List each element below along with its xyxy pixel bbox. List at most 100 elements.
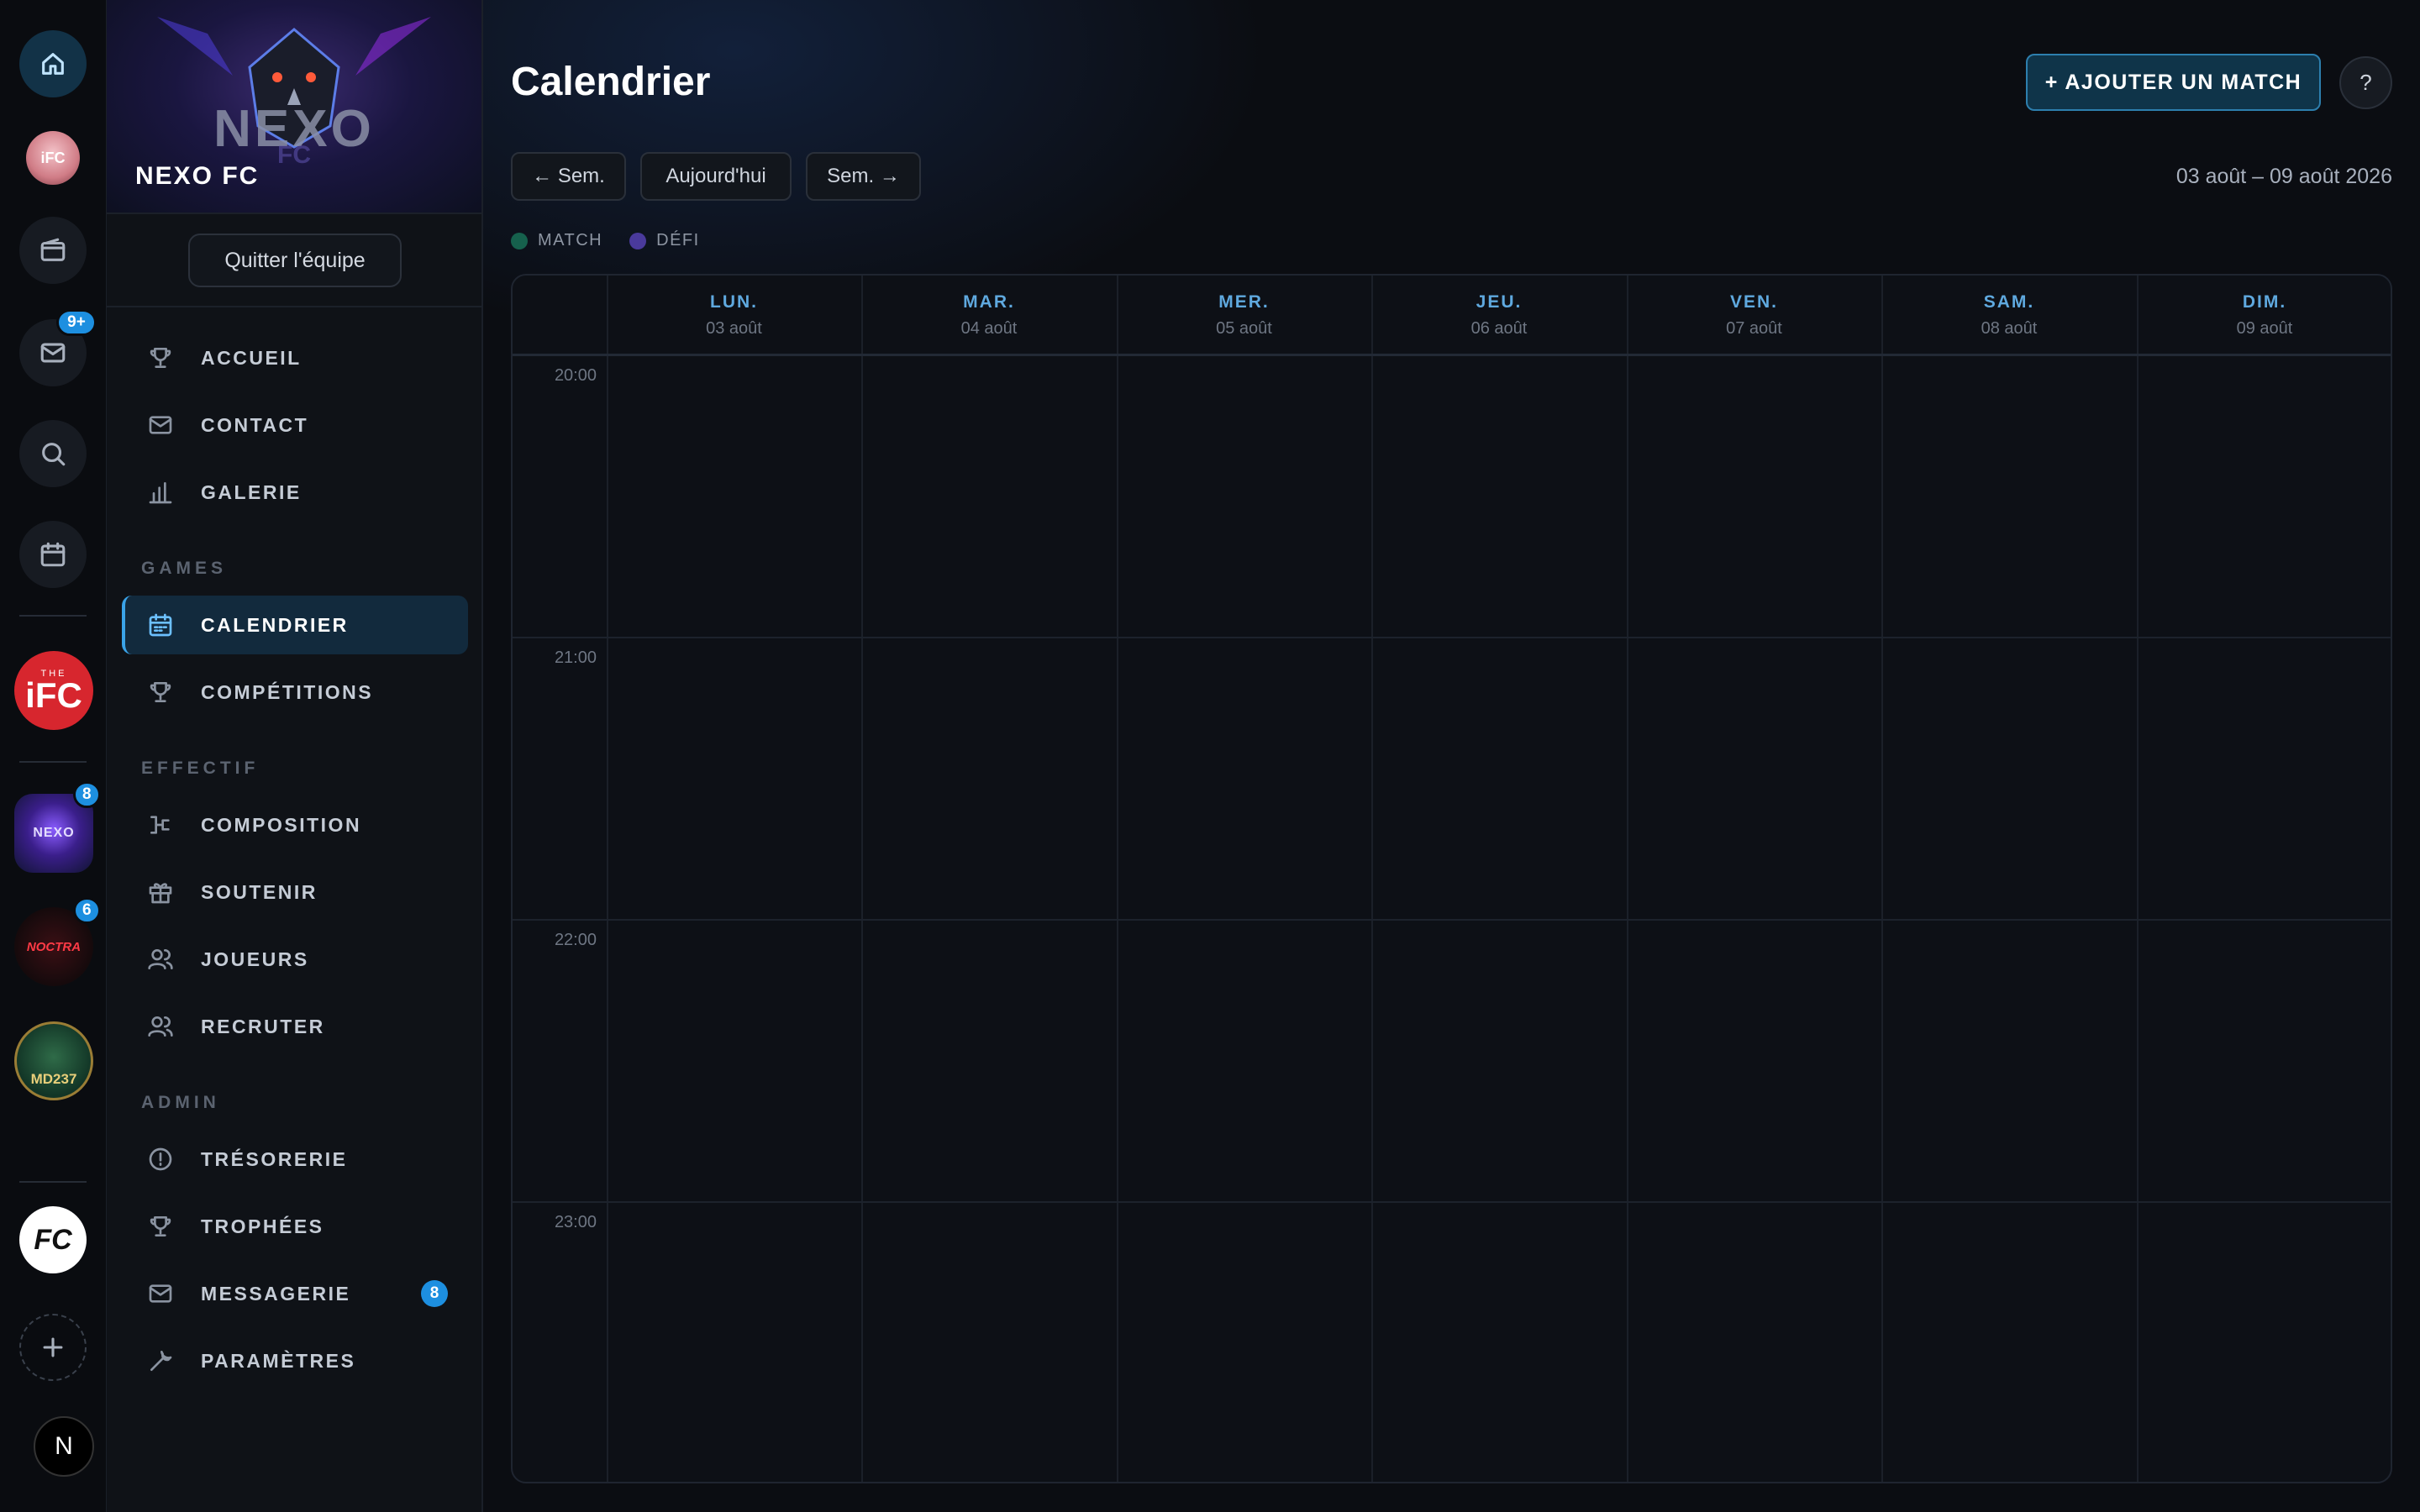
- nav-item-competitions[interactable]: COMPÉTITIONS: [122, 663, 468, 722]
- bracket-icon: [150, 816, 170, 834]
- search-button[interactable]: [19, 420, 87, 487]
- day-date: 08 août: [1981, 319, 2038, 338]
- day-date: 04 août: [960, 319, 1018, 338]
- messagerie-badge: 8: [421, 1280, 448, 1307]
- rail-divider: [19, 615, 87, 617]
- today-button[interactable]: Aujourd'hui: [640, 152, 792, 201]
- team-sidebar: NEXO FC NEXO FC Quitter l'équipe ACCUEIL…: [107, 0, 483, 1512]
- home-icon: [42, 53, 64, 75]
- trophy-icon: [150, 1216, 171, 1236]
- messages-badge: 9+: [56, 309, 97, 336]
- add-match-button[interactable]: + AJOUTER UN MATCH: [2026, 54, 2321, 111]
- plus-icon: [43, 1337, 63, 1357]
- nav-label: ACCUEIL: [201, 346, 302, 369]
- ifc-text: iFC: [25, 675, 82, 715]
- trophy-icon: [150, 348, 171, 368]
- page-title: Calendrier: [511, 60, 711, 104]
- calendar-icon: [40, 542, 66, 567]
- grid-line: [1371, 276, 1373, 1482]
- calendar-button[interactable]: [19, 521, 87, 588]
- day-header: DIM. 09 août: [2137, 276, 2391, 356]
- day-name: DIM.: [2242, 292, 2287, 312]
- day-date: 06 août: [1470, 319, 1528, 338]
- md237-logo-text: MD237: [30, 1071, 77, 1087]
- grid-line: [861, 276, 863, 1482]
- search-icon: [42, 443, 66, 466]
- home-button[interactable]: [19, 30, 87, 97]
- help-button[interactable]: ?: [2339, 56, 2392, 109]
- section-label-effectif: EFFECTIF: [141, 759, 260, 778]
- mail-icon: [40, 343, 66, 363]
- prev-week-button[interactable]: ← Sem.: [511, 152, 626, 201]
- nav-label: COMPOSITION: [201, 813, 362, 836]
- rail-divider: [19, 1181, 87, 1183]
- grid-line: [2137, 276, 2139, 1482]
- add-team-button[interactable]: [19, 1314, 87, 1381]
- calendar-icon: [149, 613, 172, 637]
- main-content: Calendrier + AJOUTER UN MATCH ? ← Sem. A…: [483, 0, 2420, 1512]
- day-header: SAM. 08 août: [1881, 276, 2137, 356]
- quit-team-button[interactable]: Quitter l'équipe: [188, 234, 402, 287]
- nav-label: TROPHÉES: [201, 1215, 324, 1237]
- hour-label: 20:00: [554, 366, 597, 385]
- day-header: LUN. 03 août: [607, 276, 861, 356]
- legend-label-match: MATCH: [538, 231, 603, 249]
- nav-label: MESSAGERIE: [201, 1282, 351, 1305]
- team-logo-md237[interactable]: MD237: [14, 1021, 93, 1100]
- team-logo-ifc[interactable]: THE iFC: [14, 651, 93, 730]
- nav-item-soutenir[interactable]: SOUTENIR: [122, 863, 468, 921]
- day-header: VEN. 07 août: [1627, 276, 1881, 356]
- user-avatar[interactable]: iFC: [26, 131, 80, 185]
- nav-item-trophees[interactable]: TROPHÉES: [122, 1197, 468, 1256]
- nav-item-tresorerie[interactable]: TRÉSORERIE: [122, 1130, 468, 1189]
- team-logo-fc[interactable]: FC: [19, 1206, 87, 1273]
- grid-line: [1627, 276, 1628, 1482]
- nav-label: JOUEURS: [201, 948, 309, 970]
- hour-line: [513, 1201, 2391, 1203]
- nav-item-galerie[interactable]: GALERIE: [122, 463, 468, 522]
- day-date: 09 août: [2236, 319, 2293, 338]
- noctra-logo-text: NOCTRA: [26, 939, 82, 954]
- nav-label: COMPÉTITIONS: [201, 680, 374, 703]
- sidebar-divider: [107, 306, 481, 307]
- day-name: LUN.: [710, 292, 758, 312]
- nav-item-joueurs[interactable]: JOUEURS: [122, 930, 468, 989]
- nav-item-calendrier[interactable]: CALENDRIER: [122, 596, 468, 654]
- avatar-text: iFC: [40, 149, 66, 166]
- wrench-icon: [150, 1351, 172, 1371]
- nav-label: CONTACT: [201, 413, 309, 436]
- nav-item-contact[interactable]: CONTACT: [122, 396, 468, 454]
- grid-line: [1881, 276, 1883, 1482]
- nav-item-recruter[interactable]: RECRUTER: [122, 997, 468, 1056]
- day-name: JEU.: [1476, 292, 1523, 312]
- nav-label: RECRUTER: [201, 1015, 325, 1037]
- messages-button[interactable]: 9+: [19, 309, 97, 386]
- week-calendar: LUN. 03 août MAR. 04 août MER. 05 août J…: [511, 274, 2392, 1483]
- day-date: 03 août: [706, 319, 762, 338]
- users-icon: [148, 1016, 173, 1037]
- wallet-button[interactable]: [19, 217, 87, 284]
- nav-label: PARAMÈTRES: [201, 1349, 356, 1372]
- gift-icon: [149, 883, 172, 904]
- rail-divider: [19, 761, 87, 763]
- day-header: JEU. 06 août: [1371, 276, 1627, 356]
- nav-label: TRÉSORERIE: [201, 1147, 348, 1170]
- mail-icon: [149, 1284, 172, 1303]
- hour-line: [513, 637, 2391, 638]
- nav-item-messagerie[interactable]: MESSAGERIE 8: [122, 1264, 468, 1323]
- user-profile-button[interactable]: N: [34, 1416, 94, 1477]
- calendar-header: LUN. 03 août MAR. 04 août MER. 05 août J…: [513, 276, 2391, 356]
- team-banner: NEXO FC NEXO FC: [107, 0, 481, 214]
- hour-label: 21:00: [554, 648, 597, 667]
- next-week-button[interactable]: Sem. →: [806, 152, 921, 201]
- day-header: MAR. 04 août: [861, 276, 1117, 356]
- nav-item-composition[interactable]: COMPOSITION: [122, 795, 468, 854]
- day-date: 07 août: [1726, 319, 1782, 338]
- nav-item-parametres[interactable]: PARAMÈTRES: [122, 1331, 468, 1390]
- hour-label: 23:00: [554, 1213, 597, 1231]
- users-icon: [148, 949, 173, 969]
- nav-item-accueil[interactable]: ACCUEIL: [122, 328, 468, 387]
- legend-dot-defi: [629, 232, 647, 249]
- day-header: MER. 05 août: [1117, 276, 1371, 356]
- grid-line: [607, 276, 608, 1482]
